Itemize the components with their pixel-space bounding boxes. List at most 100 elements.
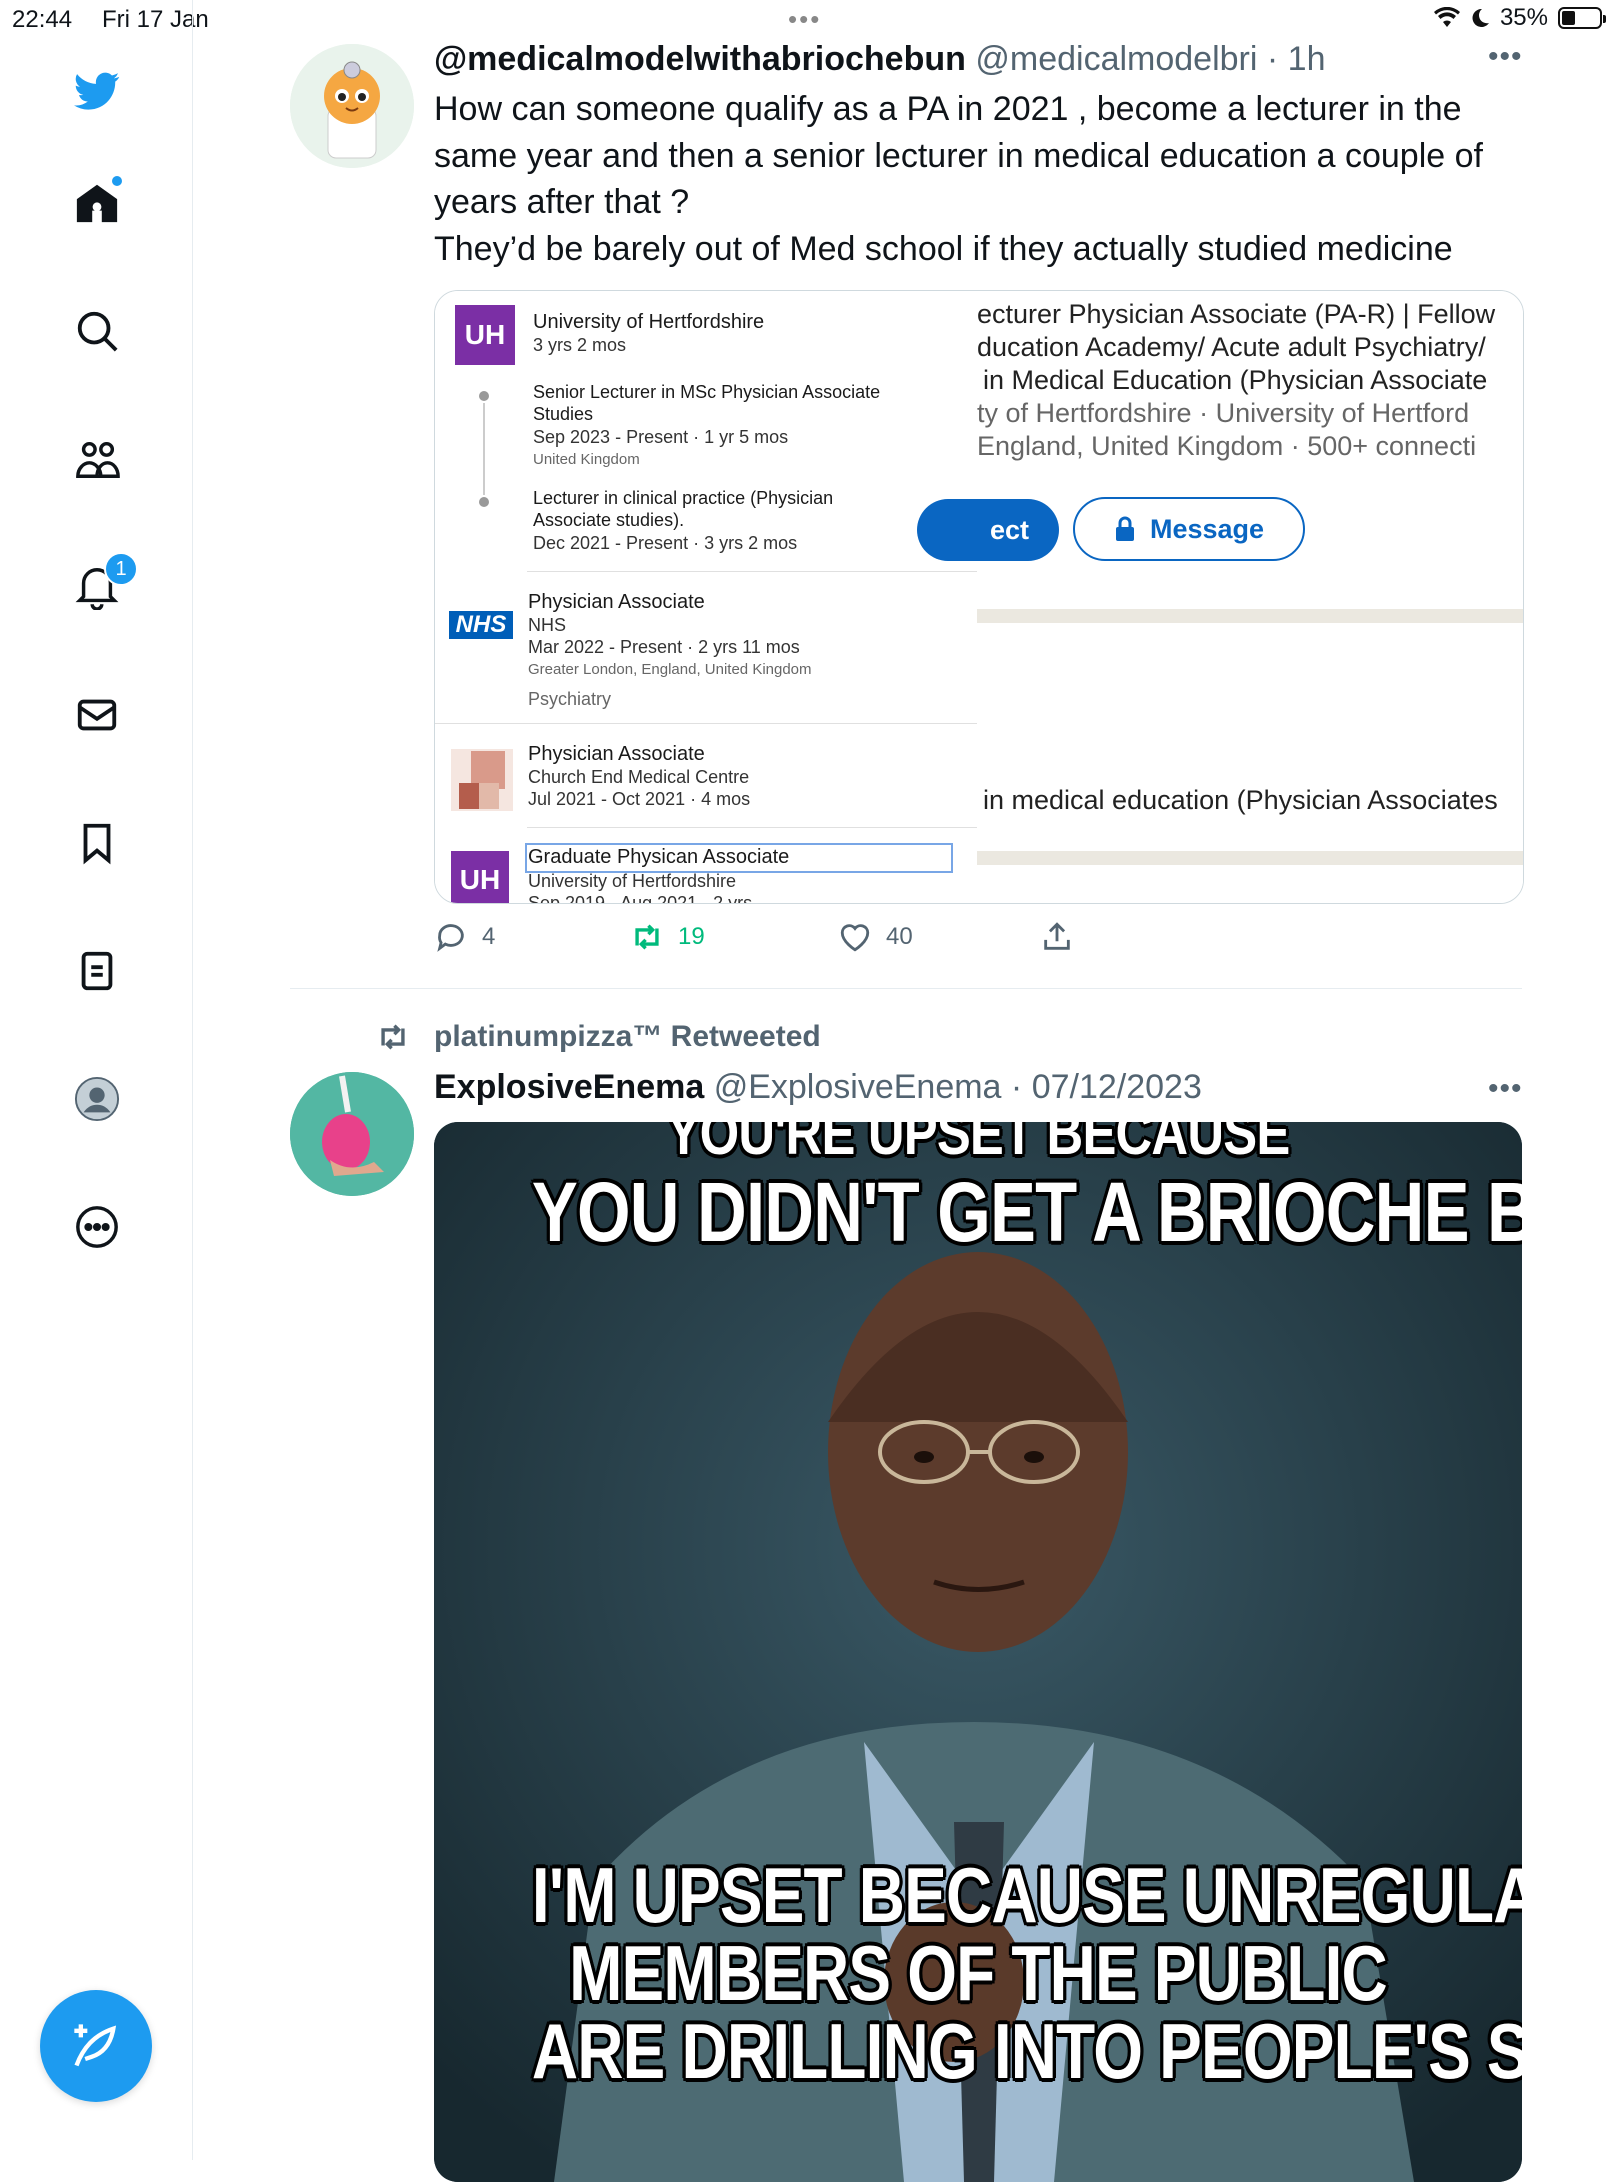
li-role2-title-b: Associate studies). <box>533 510 685 530</box>
tweet1-handle[interactable]: @medicalmodelbri <box>975 40 1257 78</box>
share-icon <box>1044 922 1070 950</box>
compose-button[interactable] <box>40 1990 152 2102</box>
tweet1-media[interactable]: UH University of Hertfordshire 3 yrs 2 m… <box>434 290 1524 904</box>
li-role2-title-a: Lecturer in clinical practice (Physician <box>533 488 834 508</box>
tweet1-display-name[interactable]: @medicalmodelwithabriochebun <box>434 40 966 78</box>
nhs-logo: NHS <box>449 611 513 639</box>
li-divider <box>527 571 977 572</box>
tweet1-avatar[interactable] <box>290 44 414 168</box>
li-job2-location: Greater London, England, United Kingdom <box>528 661 812 678</box>
linkedin-profile-screenshot: ecturer Physician Associate (PA-R) | Fel… <box>917 291 1523 903</box>
compose-feather-icon <box>74 2024 117 2067</box>
li-job2-dates: Mar 2022 - Present · 2 yrs 11 mos <box>528 637 800 657</box>
tweet2-avatar[interactable] <box>290 1072 414 1196</box>
more-icon[interactable] <box>70 1200 124 1254</box>
profile-avatar-icon[interactable] <box>70 1072 124 1126</box>
battery-percent: 35% <box>1499 4 1548 31</box>
wifi-icon <box>1433 7 1460 27</box>
li-divider <box>527 827 977 828</box>
tweet-divider <box>290 988 1522 989</box>
li-job2-title: Physician Associate <box>528 591 705 613</box>
li-headline-2: ducation Academy/ Acute adult Psychiatry… <box>977 332 1486 362</box>
uh-logo: UH <box>455 305 515 365</box>
li-job3-dates: Jul 2021 - Oct 2021 · 4 mos <box>528 789 751 809</box>
lock-icon <box>1115 516 1134 541</box>
retweet-context[interactable]: platinumpizza™ Retweeted <box>374 1020 821 1054</box>
li-location-line: England, United Kingdom · 500+ connecti <box>977 431 1477 461</box>
tweet2-more-icon[interactable]: ••• <box>1488 1072 1523 1106</box>
meme-top-line: YOU DIDN'T GET A BRIOCHE BUN <box>531 1165 1522 1259</box>
tweet2-media-meme[interactable]: YOU'RE UPSET BECAUSE YOU DIDN'T GET A BR… <box>434 1122 1522 2182</box>
tweet2-display-name[interactable]: ExplosiveEnema <box>434 1068 704 1106</box>
meme-bottom-line-3: ARE DRILLING INTO PEOPLE'S SKULLS <box>531 2007 1522 2095</box>
messages-icon[interactable] <box>70 688 124 742</box>
li-job4-org: University of Hertfordshire <box>528 871 737 891</box>
notifications-icon[interactable]: 1 <box>70 552 138 614</box>
like-button[interactable]: 40 <box>838 920 913 954</box>
sidebar-nav: 1 <box>0 0 193 2160</box>
reply-count: 4 <box>482 923 496 950</box>
li-lower-line: in medical education (Physician Associat… <box>983 785 1498 815</box>
meme-top-partial: YOU'RE UPSET BECAUSE <box>666 1122 1291 1168</box>
li-message-button: Message <box>1073 497 1305 561</box>
moon-icon <box>1472 8 1489 27</box>
search-icon[interactable] <box>70 304 124 358</box>
lists-icon[interactable] <box>70 944 124 998</box>
status-right: 35% <box>1433 4 1606 32</box>
retweeted-by: platinumpizza™ Retweeted <box>434 1020 821 1053</box>
communities-icon[interactable] <box>70 432 124 486</box>
tweet1-actions: 4 19 40 <box>434 920 1522 960</box>
li-role1-title-a: Senior Lecturer in MSc Physician Associa… <box>533 382 881 402</box>
li-role1-dates: Sep 2023 - Present · 1 yr 5 mos <box>533 427 789 447</box>
li-org-line: ty of Hertfordshire · University of Hert… <box>977 398 1470 428</box>
linkedin-experience-screenshot: UH University of Hertfordshire 3 yrs 2 m… <box>435 291 977 903</box>
li-divider <box>435 723 977 724</box>
li-headline-3: in Medical Education (Physician Associat… <box>983 365 1488 395</box>
tweet2-handle[interactable]: @ExplosiveEnema <box>714 1068 1002 1106</box>
tweet2-header: ExplosiveEnema @ExplosiveEnema · 07/12/2… <box>434 1068 1202 1106</box>
tweet1-more-icon[interactable]: ••• <box>1488 40 1523 74</box>
notifications-badge: 1 <box>104 552 138 586</box>
tweet1-time[interactable]: 1h <box>1288 40 1326 78</box>
bookmarks-icon[interactable] <box>70 816 124 870</box>
li-org1-duration: 3 yrs 2 mos <box>533 335 627 355</box>
li-job4-title: Graduate Physican Associate <box>528 846 790 868</box>
li-role1-title-b: Studies <box>533 404 594 424</box>
timeline-dot <box>479 391 489 401</box>
li-job3-org: Church End Medical Centre <box>528 767 750 787</box>
li-job4-dates: Sep 2019 - Aug 2021 · 2 yrs <box>528 893 753 904</box>
retweet-button[interactable]: 19 <box>630 920 705 954</box>
li-section-bar <box>977 851 1523 865</box>
home-icon[interactable] <box>70 176 124 230</box>
retweet-icon <box>381 1024 405 1050</box>
li-org1: University of Hertfordshire <box>533 311 765 333</box>
li-headline-1: ecturer Physician Associate (PA-R) | Fel… <box>977 299 1496 329</box>
li-job2-org: NHS <box>528 615 567 635</box>
tweet1-text: How can someone qualify as a PA in 2021 … <box>434 86 1544 272</box>
share-button[interactable] <box>1040 920 1074 954</box>
li-message-label: Message <box>1149 513 1265 544</box>
uh-logo-2: UH <box>451 851 509 903</box>
multitasking-dots-icon[interactable]: ••• <box>788 4 821 35</box>
retweet-icon <box>635 924 659 950</box>
tweet2-time[interactable]: 07/12/2023 <box>1032 1068 1202 1106</box>
tweet1-text-line: They’d be barely out of Med school if th… <box>434 229 1453 268</box>
tweet1-text-line: How can someone qualify as a PA in 2021 … <box>434 90 1483 221</box>
li-job3-title: Physician Associate <box>528 743 705 765</box>
status-bar: 22:44 Fri 17 Jan ••• 35% <box>0 0 1620 40</box>
li-role2-dates: Dec 2021 - Present · 3 yrs 2 mos <box>533 533 798 553</box>
timeline-dot <box>479 497 489 507</box>
heart-icon <box>840 924 870 952</box>
reply-button[interactable]: 4 <box>434 920 495 954</box>
battery-icon <box>1558 7 1606 29</box>
li-connect-button: ect <box>917 499 1059 561</box>
li-role1-location: United Kingdom <box>533 451 640 468</box>
church-end-logo <box>451 749 513 811</box>
retweet-count: 19 <box>678 923 705 950</box>
reply-icon <box>437 924 464 952</box>
li-section-bar <box>977 609 1523 623</box>
twitter-bird-icon[interactable] <box>70 64 124 118</box>
li-job2-skill: Psychiatry <box>528 689 612 709</box>
tweet1-header: @medicalmodelwithabriochebun @medicalmod… <box>434 40 1326 78</box>
timeline-bar <box>483 403 485 495</box>
